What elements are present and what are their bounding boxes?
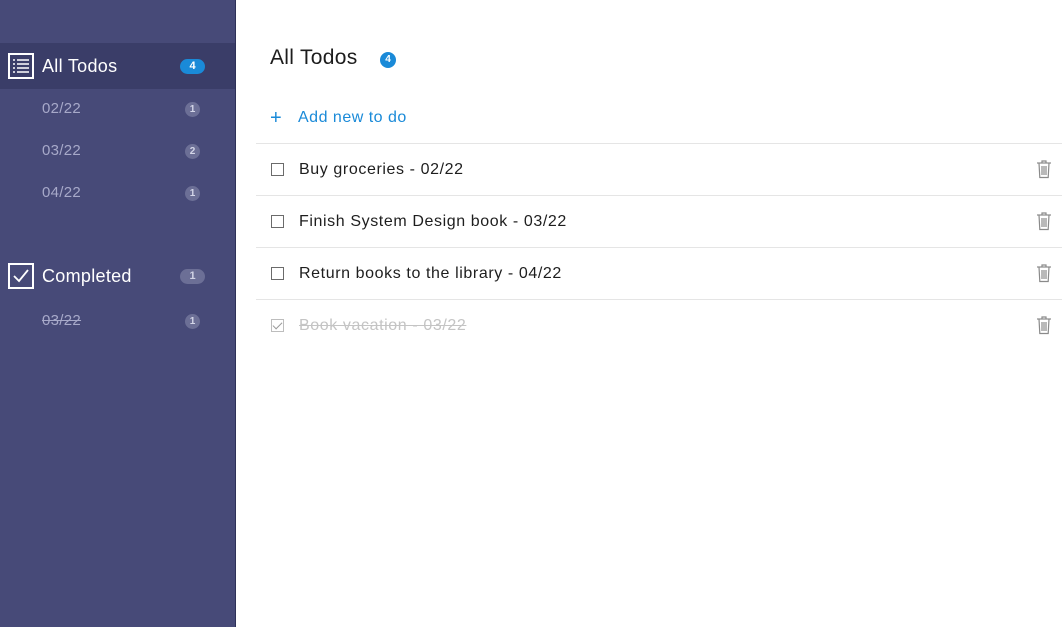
sidebar-item-count: 1 [185, 102, 200, 117]
add-todo-button[interactable]: + Add new to do [270, 106, 407, 130]
sidebar-item-label: 04/22 [42, 184, 82, 201]
todo-row: Return books to the library - 04/22 [256, 247, 1062, 299]
todo-text: Buy groceries - 02/22 [299, 161, 464, 178]
todo-list: Buy groceries - 02/22 Finish System Desi… [256, 143, 1062, 351]
todo-row-completed: Book vacation - 03/22 [256, 299, 1062, 351]
trash-icon[interactable] [1036, 315, 1052, 335]
page-title-count: 4 [380, 52, 396, 68]
todo-row: Finish System Design book - 03/22 [256, 195, 1062, 247]
todo-row: Buy groceries - 02/22 [256, 143, 1062, 195]
sidebar-all-todos[interactable]: All Todos 4 [0, 43, 235, 89]
list-icon [8, 53, 34, 79]
sidebar-item-label: 02/22 [42, 100, 82, 117]
sidebar-item-date[interactable]: 04/22 1 [0, 175, 235, 211]
todo-checkbox[interactable] [271, 163, 284, 176]
page-title: All Todos [270, 46, 358, 69]
sidebar: All Todos 4 02/22 1 03/22 2 04/22 1 Comp… [0, 0, 236, 627]
add-todo-label: Add new to do [298, 109, 407, 126]
sidebar-all-todos-count: 4 [180, 58, 205, 74]
plus-icon: + [270, 107, 282, 129]
sidebar-all-todos-label: All Todos [42, 55, 118, 76]
sidebar-completed-count: 1 [180, 268, 205, 284]
sidebar-item-count: 2 [185, 144, 200, 159]
sidebar-item-count: 1 [185, 314, 200, 329]
sidebar-item-label: 03/22 [42, 142, 82, 159]
todo-checkbox-checked[interactable] [271, 319, 284, 332]
trash-icon[interactable] [1036, 211, 1052, 231]
todo-text: Return books to the library - 04/22 [299, 265, 562, 282]
sidebar-item-date[interactable]: 03/22 2 [0, 133, 235, 169]
sidebar-item-count: 1 [185, 186, 200, 201]
todo-checkbox[interactable] [271, 215, 284, 228]
trash-icon[interactable] [1036, 159, 1052, 179]
sidebar-completed-label: Completed [42, 265, 132, 286]
sidebar-item-completed-date[interactable]: 03/22 1 [0, 303, 235, 339]
trash-icon[interactable] [1036, 263, 1052, 283]
checkbox-checked-icon [8, 263, 34, 289]
sidebar-item-date[interactable]: 02/22 1 [0, 91, 235, 127]
sidebar-completed[interactable]: Completed 1 [0, 253, 235, 299]
todo-text: Finish System Design book - 03/22 [299, 213, 567, 230]
sidebar-item-label: 03/22 [42, 312, 82, 329]
todo-text: Book vacation - 03/22 [299, 317, 467, 334]
main-panel: All Todos 4 + Add new to do Buy grocerie… [236, 0, 1062, 627]
todo-checkbox[interactable] [271, 267, 284, 280]
